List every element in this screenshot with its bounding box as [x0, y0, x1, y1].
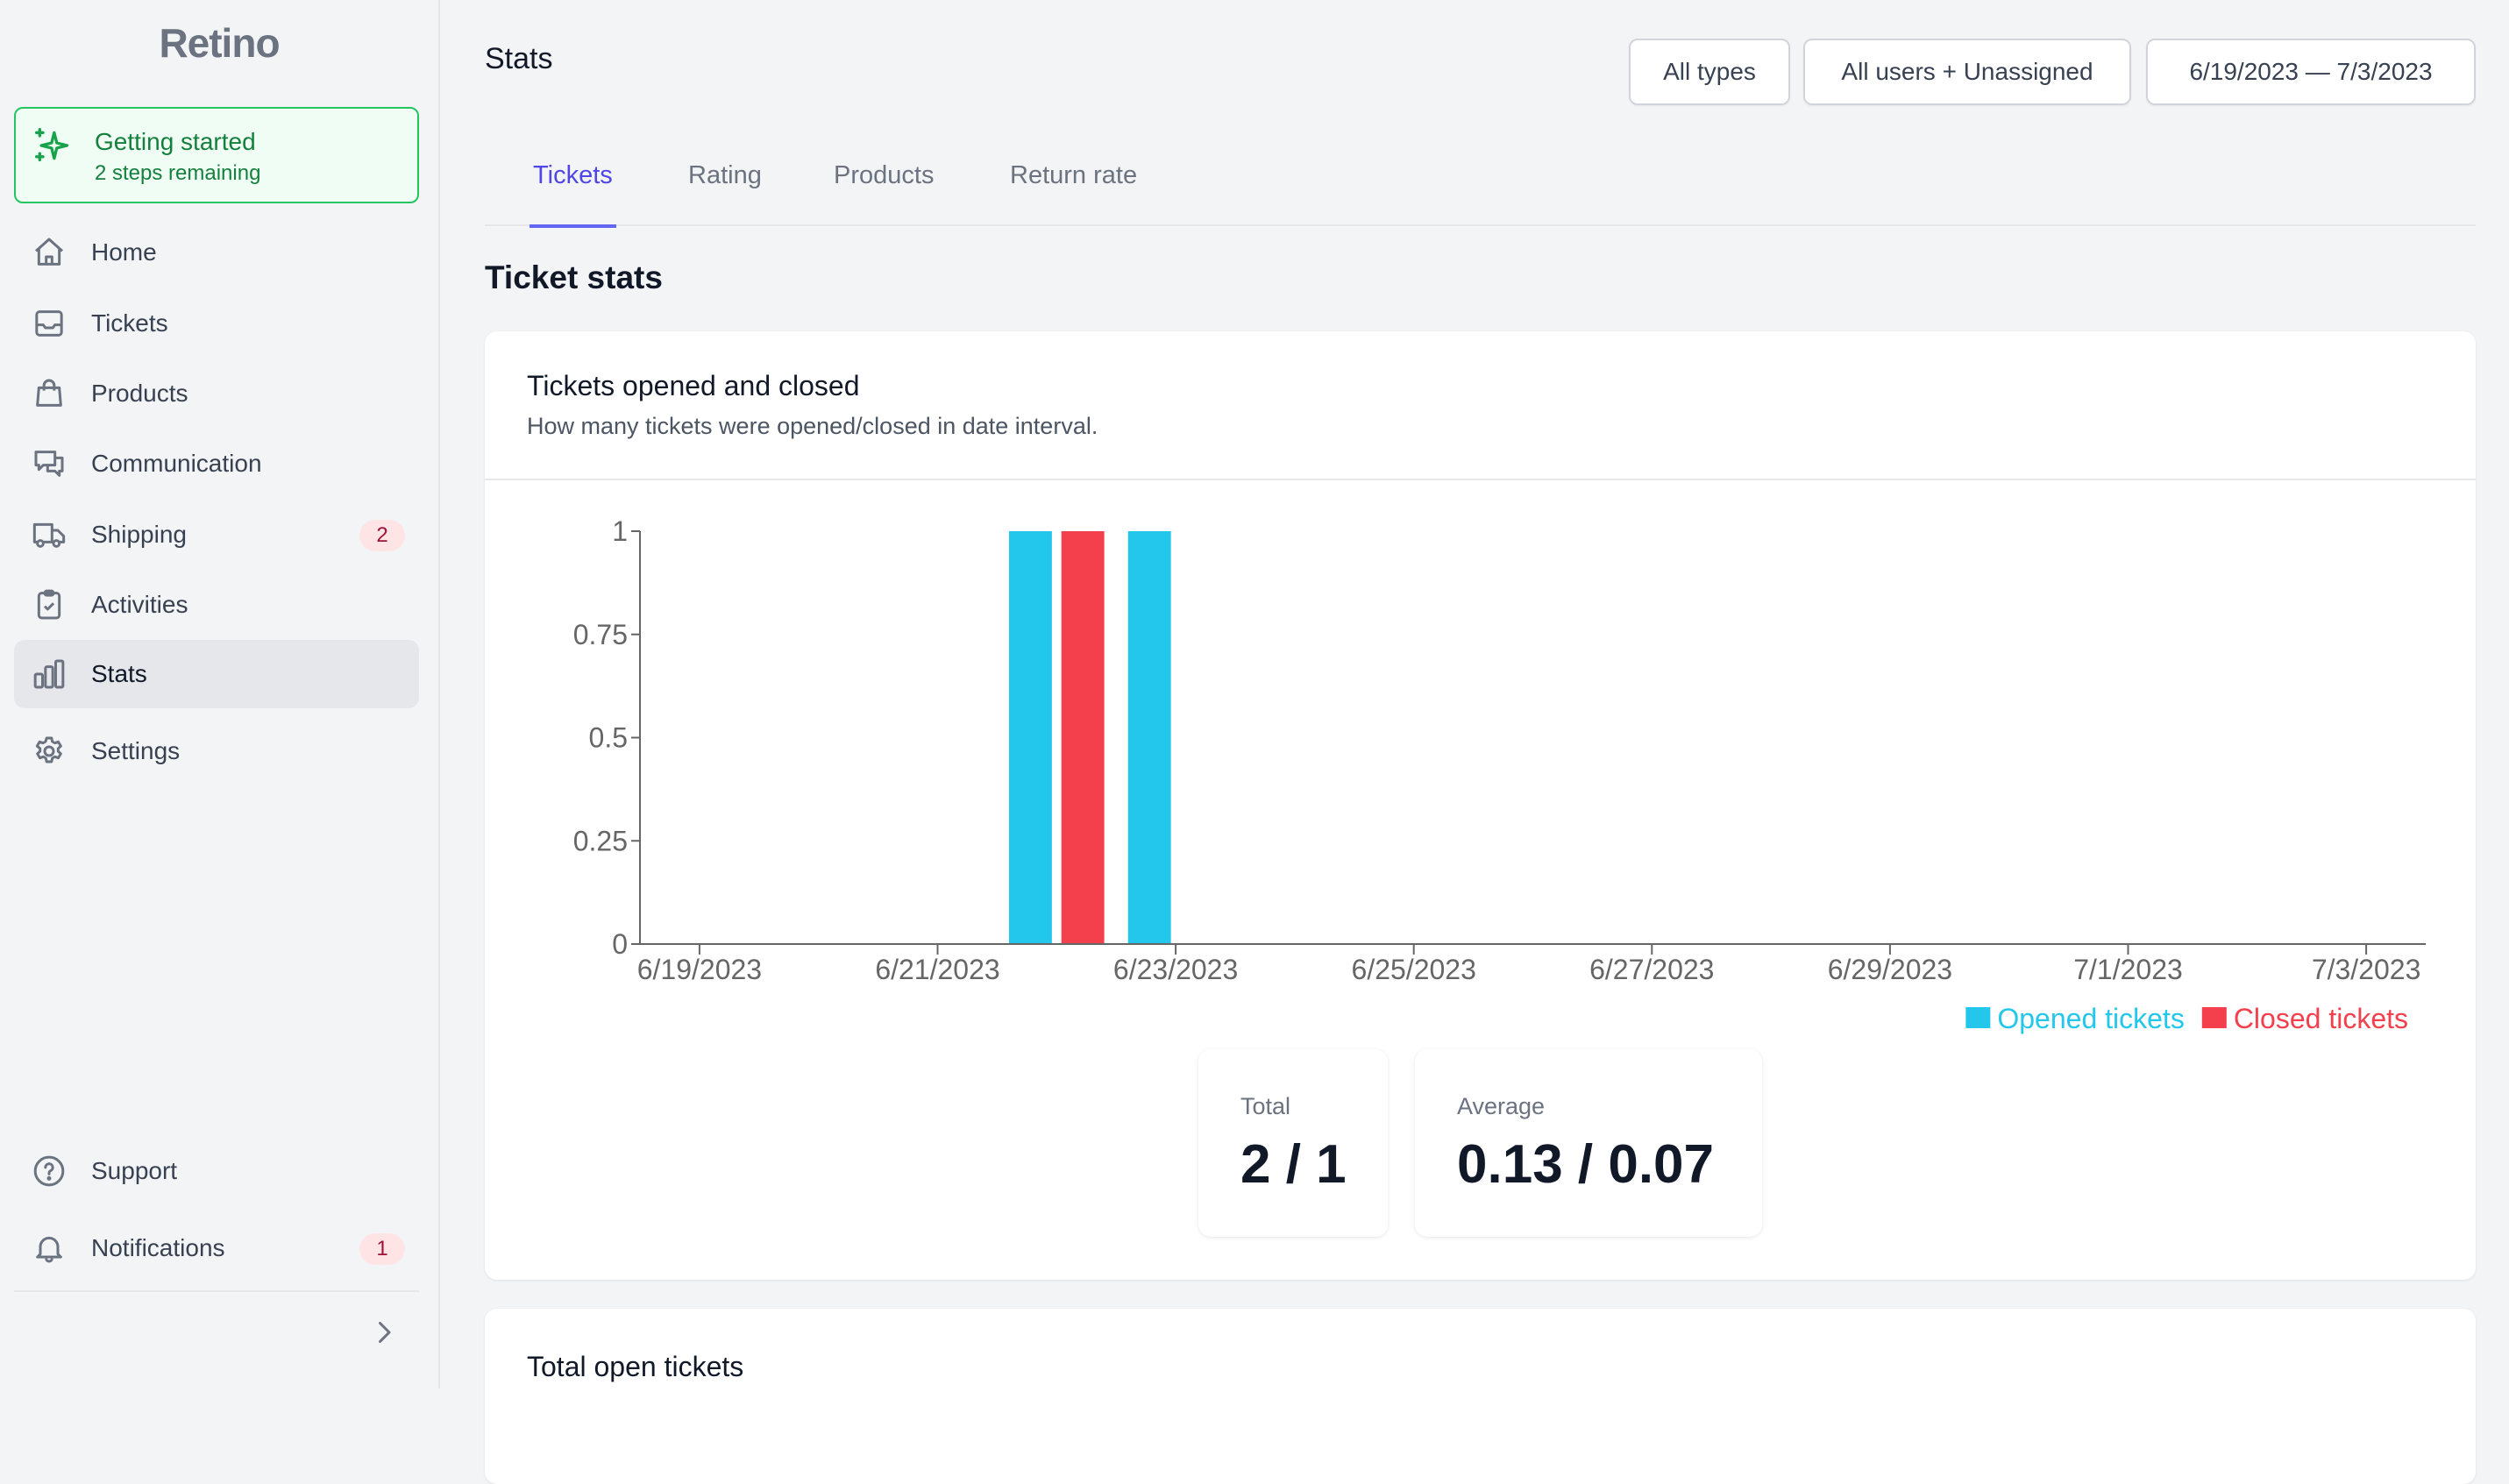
sidebar-item-label: Activities [91, 591, 188, 618]
bar-chart-icon [33, 659, 65, 689]
sidebar-item-label: Stats [91, 660, 147, 687]
bar-closed-tickets [1061, 531, 1105, 944]
x-tick-label: 6/29/2023 [1828, 954, 1952, 985]
section-title: Ticket stats [485, 259, 663, 295]
bar-opened-tickets [1008, 531, 1052, 944]
home-icon [35, 238, 63, 266]
inbox-icon [35, 310, 63, 337]
shipping-count-badge: 2 [359, 520, 405, 551]
legend-label: Closed tickets [2234, 1003, 2408, 1034]
sidebar-item-label: Home [91, 238, 157, 266]
sidebar: Retino Getting started 2 steps remaining… [0, 0, 440, 1388]
shopping-bag-icon [36, 379, 62, 407]
truck-icon [32, 522, 66, 548]
question-circle-icon [33, 1155, 65, 1187]
sidebar-item-tickets[interactable]: Tickets [14, 289, 419, 358]
sidebar-item-activities[interactable]: Activities [14, 571, 419, 639]
sidebar-item-products[interactable]: Products [14, 359, 419, 428]
x-tick-label: 6/25/2023 [1352, 954, 1476, 985]
x-tick-label: 6/21/2023 [875, 954, 999, 985]
sidebar-item-settings[interactable]: Settings [14, 717, 419, 785]
sidebar-item-shipping[interactable]: Shipping 2 [14, 501, 419, 569]
sidebar-item-label: Products [91, 380, 188, 407]
getting-started-subtitle: 2 steps remaining [95, 161, 261, 185]
type-filter-button[interactable]: All types [1629, 39, 1790, 105]
tab-return-rate[interactable]: Return rate [1010, 161, 1137, 226]
x-tick-label: 7/3/2023 [2312, 954, 2421, 985]
sidebar-divider [14, 1290, 419, 1292]
y-tick-label: 0.25 [573, 825, 628, 856]
active-tab-indicator [530, 224, 616, 228]
tickets-opened-closed-card: Tickets opened and closed How many ticke… [485, 331, 2476, 1280]
x-tick-label: 6/23/2023 [1113, 954, 1238, 985]
main-content: Stats All types All users + Unassigned 6… [442, 0, 2509, 1484]
chat-bubbles-icon [34, 451, 64, 477]
app-logo[interactable]: Retino [0, 19, 438, 67]
card-subtitle: How many tickets were opened/closed in d… [527, 413, 1098, 439]
tab-label: Products [834, 161, 935, 189]
bar-opened-tickets [1127, 531, 1171, 944]
sidebar-item-label: Tickets [91, 309, 168, 337]
tab-rating[interactable]: Rating [688, 161, 762, 226]
sparkles-icon [35, 128, 69, 162]
tickets-bar-chart: 0 0.25 0.5 0.75 1 6/19/2023 6/21/2023 6/23/2023… [573, 515, 2426, 1034]
total-open-tickets-card: Total open tickets [485, 1309, 2476, 1484]
sidebar-item-support[interactable]: Support [14, 1137, 419, 1205]
sidebar-item-label: Notifications [91, 1234, 225, 1261]
legend-label: Opened tickets [1997, 1003, 2184, 1034]
tab-products[interactable]: Products [834, 161, 934, 226]
gear-icon [35, 736, 62, 763]
getting-started-title: Getting started [95, 128, 256, 155]
total-value: 2 / 1 [1240, 1134, 1347, 1195]
y-tick-label: 0.75 [573, 619, 628, 650]
sidebar-item-home[interactable]: Home [14, 218, 419, 287]
y-tick-label: 0.5 [589, 722, 628, 754]
tab-tickets[interactable]: Tickets [530, 161, 616, 228]
page-title: Stats [485, 42, 553, 75]
x-tick-label: 6/27/2023 [1589, 954, 1714, 985]
sidebar-item-communication[interactable]: Communication [14, 430, 419, 498]
sidebar-item-label: Support [91, 1157, 178, 1184]
card-header: Tickets opened and closed How many ticke… [485, 331, 2476, 480]
average-stat-box: Average 0.13 / 0.07 [1415, 1049, 1762, 1237]
tab-label: Tickets [533, 161, 613, 189]
card-title: Total open tickets [527, 1351, 744, 1382]
y-tick-label: 1 [612, 515, 628, 547]
legend-swatch [2201, 1007, 2227, 1028]
stats-tabs: Tickets Rating Products Return rate [485, 140, 2476, 228]
average-value: 0.13 / 0.07 [1457, 1134, 1715, 1195]
sidebar-item-label: Settings [91, 737, 181, 764]
sidebar-item-stats[interactable]: Stats [14, 640, 419, 708]
chevron-right-icon[interactable] [368, 1315, 400, 1350]
tab-label: Return rate [1010, 161, 1138, 189]
x-tick-label: 6/19/2023 [637, 954, 762, 985]
clipboard-check-icon [37, 589, 61, 620]
bell-icon [36, 1236, 62, 1263]
users-filter-button[interactable]: All users + Unassigned [1803, 39, 2131, 105]
sidebar-item-notifications[interactable]: Notifications 1 [14, 1214, 419, 1282]
notifications-count-badge: 1 [359, 1233, 405, 1265]
getting-started-card[interactable]: Getting started 2 steps remaining [14, 107, 419, 203]
date-range-button[interactable]: 6/19/2023 — 7/3/2023 [2146, 39, 2476, 105]
card-title: Tickets opened and closed [527, 370, 860, 401]
y-tick-label: 0 [612, 928, 628, 960]
total-label: Total [1240, 1093, 1291, 1119]
average-label: Average [1457, 1093, 1546, 1119]
x-tick-label: 7/1/2023 [2073, 954, 2183, 985]
total-stat-box: Total 2 / 1 [1198, 1049, 1388, 1237]
sidebar-item-label: Shipping [91, 521, 187, 548]
legend-swatch [1965, 1007, 1991, 1028]
sidebar-item-label: Communication [91, 450, 262, 477]
tab-label: Rating [688, 161, 762, 189]
